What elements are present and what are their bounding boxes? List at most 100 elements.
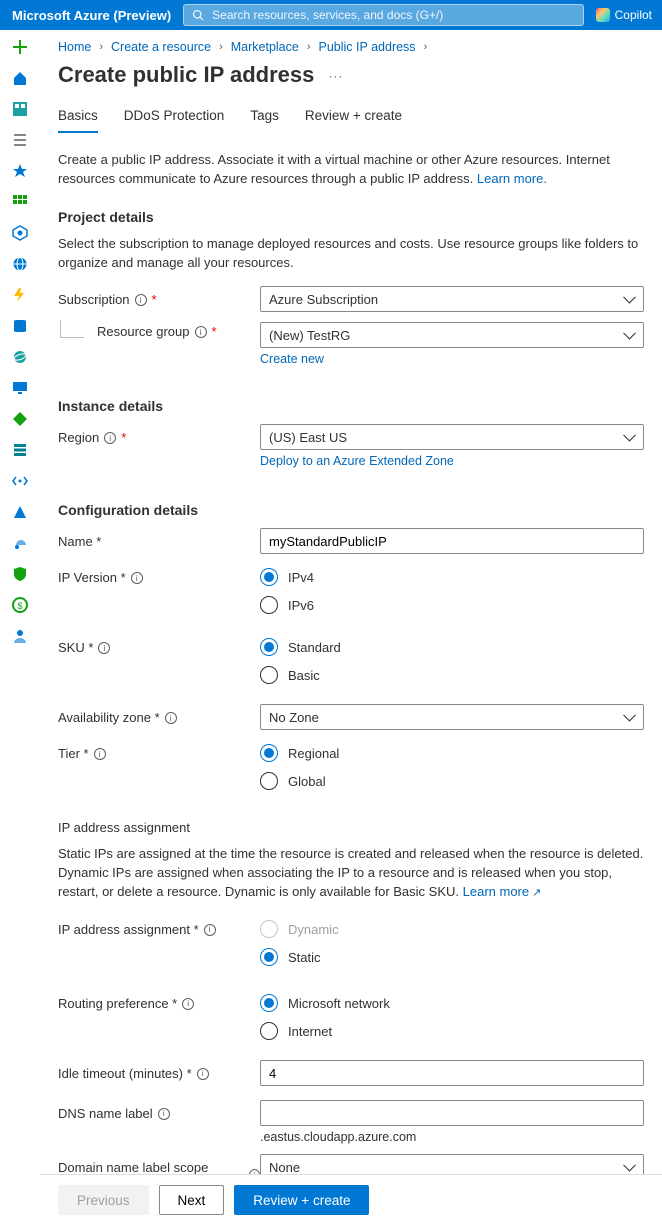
region-dropdown[interactable]: (US) East US xyxy=(260,424,644,450)
project-details-help: Select the subscription to manage deploy… xyxy=(58,235,644,273)
search-icon xyxy=(192,9,204,21)
nav-storage[interactable] xyxy=(9,439,31,461)
nav-apps[interactable] xyxy=(9,191,31,213)
ip-assignment-label: IP address assignment * xyxy=(58,922,199,937)
intro-text: Create a public IP address. Associate it… xyxy=(58,151,644,189)
project-details-heading: Project details xyxy=(58,209,644,225)
radio-internet[interactable]: Internet xyxy=(260,1022,644,1040)
radio-icon xyxy=(260,666,278,684)
more-icon[interactable]: ··· xyxy=(328,69,343,83)
radio-static[interactable]: Static xyxy=(260,948,644,966)
radio-ipv6[interactable]: IPv6 xyxy=(260,596,644,614)
nav-dashboard[interactable] xyxy=(9,98,31,120)
tier-label: Tier * xyxy=(58,746,89,761)
tab-review-create[interactable]: Review + create xyxy=(305,108,402,133)
nav-add[interactable] xyxy=(9,36,31,58)
nav-vm[interactable] xyxy=(9,377,31,399)
radio-regional[interactable]: Regional xyxy=(260,744,644,762)
copilot-icon xyxy=(596,8,610,22)
radio-standard[interactable]: Standard xyxy=(260,638,644,656)
info-icon[interactable]: i xyxy=(197,1068,209,1080)
radio-global[interactable]: Global xyxy=(260,772,644,790)
radio-icon xyxy=(260,1022,278,1040)
radio-label: Microsoft network xyxy=(288,996,390,1011)
tab-basics[interactable]: Basics xyxy=(58,108,98,133)
availability-zone-label: Availability zone * xyxy=(58,710,160,725)
nav-home[interactable] xyxy=(9,67,31,89)
previous-button: Previous xyxy=(58,1185,149,1215)
main-content: Home› Create a resource› Marketplace› Pu… xyxy=(40,30,662,1225)
breadcrumb-public-ip[interactable]: Public IP address xyxy=(319,40,416,54)
name-input[interactable] xyxy=(260,528,644,554)
breadcrumb-marketplace[interactable]: Marketplace xyxy=(231,40,299,54)
tab-tags[interactable]: Tags xyxy=(250,108,279,133)
learn-more-link[interactable]: Learn more. xyxy=(477,171,547,186)
breadcrumb-home[interactable]: Home xyxy=(58,40,91,54)
required-indicator: * xyxy=(212,324,217,339)
nav-globe[interactable] xyxy=(9,253,31,275)
global-search[interactable] xyxy=(183,4,583,26)
nav-load-balancer[interactable] xyxy=(9,408,31,430)
svg-text:$: $ xyxy=(17,601,22,611)
radio-icon xyxy=(260,994,278,1012)
nav-favorites[interactable] xyxy=(9,160,31,182)
nav-cost[interactable]: $ xyxy=(9,594,31,616)
page-title: Create public IP address xyxy=(58,62,314,88)
copilot-button[interactable]: Copilot xyxy=(596,8,652,22)
info-icon[interactable]: i xyxy=(165,712,177,724)
nav-sql[interactable] xyxy=(9,315,31,337)
review-create-button[interactable]: Review + create xyxy=(234,1185,369,1215)
idle-timeout-input[interactable] xyxy=(260,1060,644,1086)
learn-more-ip-assignment-link[interactable]: Learn more xyxy=(463,884,542,899)
ip-assignment-heading: IP address assignment xyxy=(58,820,644,835)
idle-timeout-label: Idle timeout (minutes) * xyxy=(58,1066,192,1081)
chevron-right-icon: › xyxy=(424,41,428,53)
radio-icon xyxy=(260,638,278,656)
info-icon[interactable]: i xyxy=(158,1108,170,1120)
search-input[interactable] xyxy=(210,7,574,23)
availability-zone-dropdown[interactable]: No Zone xyxy=(260,704,644,730)
radio-label: Basic xyxy=(288,668,320,683)
configuration-heading: Configuration details xyxy=(58,502,644,518)
radio-ipv4[interactable]: IPv4 xyxy=(260,568,644,586)
nav-identity[interactable] xyxy=(9,625,31,647)
radio-dynamic: Dynamic xyxy=(260,920,644,938)
radio-label: Dynamic xyxy=(288,922,339,937)
radio-basic[interactable]: Basic xyxy=(260,666,644,684)
tab-ddos-protection[interactable]: DDoS Protection xyxy=(124,108,225,133)
dns-name-input[interactable] xyxy=(260,1100,644,1126)
extended-zone-link[interactable]: Deploy to an Azure Extended Zone xyxy=(260,454,644,468)
info-icon[interactable]: i xyxy=(204,924,216,936)
info-icon[interactable]: i xyxy=(131,572,143,584)
instance-details-heading: Instance details xyxy=(58,398,644,414)
required-indicator: * xyxy=(121,430,126,445)
nav-monitor[interactable] xyxy=(9,532,31,554)
info-icon[interactable]: i xyxy=(135,294,147,306)
radio-microsoft-network[interactable]: Microsoft network xyxy=(260,994,644,1012)
breadcrumb-create-resource[interactable]: Create a resource xyxy=(111,40,211,54)
info-icon[interactable]: i xyxy=(195,326,207,338)
create-new-link[interactable]: Create new xyxy=(260,352,644,366)
nav-functions[interactable] xyxy=(9,284,31,306)
nav-ad[interactable] xyxy=(9,501,31,523)
nav-vnet[interactable] xyxy=(9,470,31,492)
nav-all-services[interactable] xyxy=(9,129,31,151)
info-icon[interactable]: i xyxy=(104,432,116,444)
info-icon[interactable]: i xyxy=(182,998,194,1010)
copilot-label: Copilot xyxy=(615,8,652,22)
info-icon[interactable]: i xyxy=(94,748,106,760)
subscription-dropdown[interactable]: Azure Subscription xyxy=(260,286,644,312)
region-label: Region xyxy=(58,430,99,445)
resource-group-dropdown[interactable]: (New) TestRG xyxy=(260,322,644,348)
radio-label: Standard xyxy=(288,640,341,655)
tabs: Basics DDoS Protection Tags Review + cre… xyxy=(58,108,644,133)
info-icon[interactable]: i xyxy=(98,642,110,654)
next-button[interactable]: Next xyxy=(159,1185,225,1215)
nav-cosmos[interactable] xyxy=(9,346,31,368)
brand[interactable]: Microsoft Azure (Preview) xyxy=(12,8,171,23)
chevron-right-icon: › xyxy=(99,41,103,53)
nav-kubernetes[interactable] xyxy=(9,222,31,244)
radio-label: Global xyxy=(288,774,326,789)
nav-security[interactable] xyxy=(9,563,31,585)
dns-suffix: .eastus.cloudapp.azure.com xyxy=(260,1130,644,1144)
